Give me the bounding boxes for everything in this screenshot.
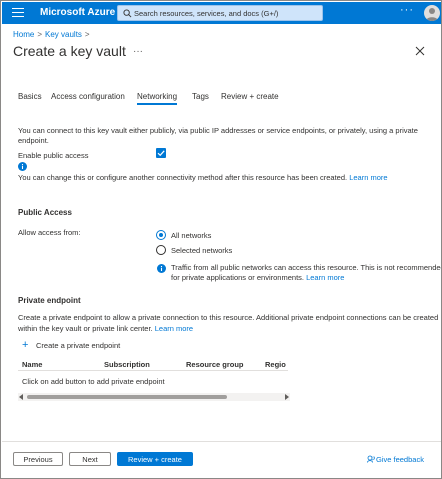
public-access-info-line1: Traffic from all public networks can acc… xyxy=(171,263,442,272)
private-endpoint-desc-line2: within the key vault or private link cen… xyxy=(18,324,193,334)
hamburger-menu-icon[interactable] xyxy=(12,8,24,18)
tab-access-configuration[interactable]: Access configuration xyxy=(51,92,125,101)
breadcrumb-separator: > xyxy=(84,30,90,39)
scroll-left-icon[interactable] xyxy=(19,394,23,400)
global-search[interactable] xyxy=(117,5,323,21)
info-icon xyxy=(18,162,27,171)
search-input[interactable] xyxy=(134,7,320,19)
user-icon xyxy=(426,8,438,21)
breadcrumb-key-vaults[interactable]: Key vaults xyxy=(45,30,82,39)
radio-all-networks[interactable] xyxy=(156,230,166,240)
review-create-button[interactable]: Review + create xyxy=(117,452,193,466)
enable-public-access-label: Enable public access xyxy=(18,151,89,160)
table-divider xyxy=(18,370,288,371)
avatar[interactable] xyxy=(424,5,440,21)
top-bar: Microsoft Azure ··· xyxy=(2,2,441,24)
page-title: Create a key vault xyxy=(13,43,126,59)
radio-selected-networks[interactable] xyxy=(156,245,166,255)
column-header-subscription[interactable]: Subscription xyxy=(104,360,150,369)
checkmark-icon xyxy=(157,150,165,157)
table-empty-text: Click on add button to add private endpo… xyxy=(22,377,165,386)
change-note-text: You can change this or configure another… xyxy=(18,173,348,182)
public-access-info-line2: for private applications or environments… xyxy=(171,273,344,283)
learn-more-link[interactable]: Learn more xyxy=(155,324,193,333)
tab-tags[interactable]: Tags xyxy=(192,92,209,101)
give-feedback-label: Give feedback xyxy=(376,455,424,464)
breadcrumb-home[interactable]: Home xyxy=(13,30,34,39)
plus-icon: + xyxy=(22,339,29,351)
column-header-resource-group[interactable]: Resource group xyxy=(186,360,244,369)
tab-networking[interactable]: Networking xyxy=(137,92,178,105)
public-access-info-line2-text: for private applications or environments… xyxy=(171,273,304,282)
column-header-name[interactable]: Name xyxy=(22,360,42,369)
previous-button[interactable]: Previous xyxy=(13,452,63,466)
horizontal-scrollbar[interactable] xyxy=(18,393,290,401)
close-icon[interactable] xyxy=(414,45,426,57)
title-more-icon[interactable]: ··· xyxy=(133,46,143,57)
create-private-endpoint-label: Create a private endpoint xyxy=(36,341,121,350)
allow-access-label: Allow access from: xyxy=(18,228,81,237)
portal-brand[interactable]: Microsoft Azure xyxy=(40,7,115,18)
enable-public-access-checkbox[interactable] xyxy=(156,148,166,158)
tab-review-create[interactable]: Review + create xyxy=(221,92,279,101)
learn-more-link[interactable]: Learn more xyxy=(306,273,344,282)
scrollbar-thumb[interactable] xyxy=(27,395,227,399)
tab-basics[interactable]: Basics xyxy=(18,92,42,101)
public-access-heading: Public Access xyxy=(18,208,72,217)
portal-window: Microsoft Azure ··· Home>Key vaults> Cre… xyxy=(0,0,442,479)
feedback-icon xyxy=(367,455,375,463)
next-button[interactable]: Next xyxy=(69,452,111,466)
more-options-icon[interactable]: ··· xyxy=(400,4,414,16)
scroll-right-icon[interactable] xyxy=(285,394,289,400)
radio-selected-networks-label[interactable]: Selected networks xyxy=(171,246,232,256)
breadcrumb: Home > Key vaults > xyxy=(13,30,93,39)
footer-divider xyxy=(2,441,441,442)
column-header-region[interactable]: Regio xyxy=(265,360,286,369)
networking-intro: You can connect to this key vault either… xyxy=(18,126,418,145)
search-icon xyxy=(123,9,132,18)
private-endpoint-desc-line2-text: within the key vault or private link cen… xyxy=(18,324,153,333)
private-endpoint-desc-line1: Create a private endpoint to allow a pri… xyxy=(18,313,439,322)
private-endpoint-heading: Private endpoint xyxy=(18,296,81,305)
learn-more-link[interactable]: Learn more xyxy=(349,173,387,182)
breadcrumb-separator: > xyxy=(37,30,43,39)
change-note: You can change this or configure another… xyxy=(18,173,388,183)
radio-all-networks-label[interactable]: All networks xyxy=(171,231,211,241)
info-icon xyxy=(157,264,166,273)
